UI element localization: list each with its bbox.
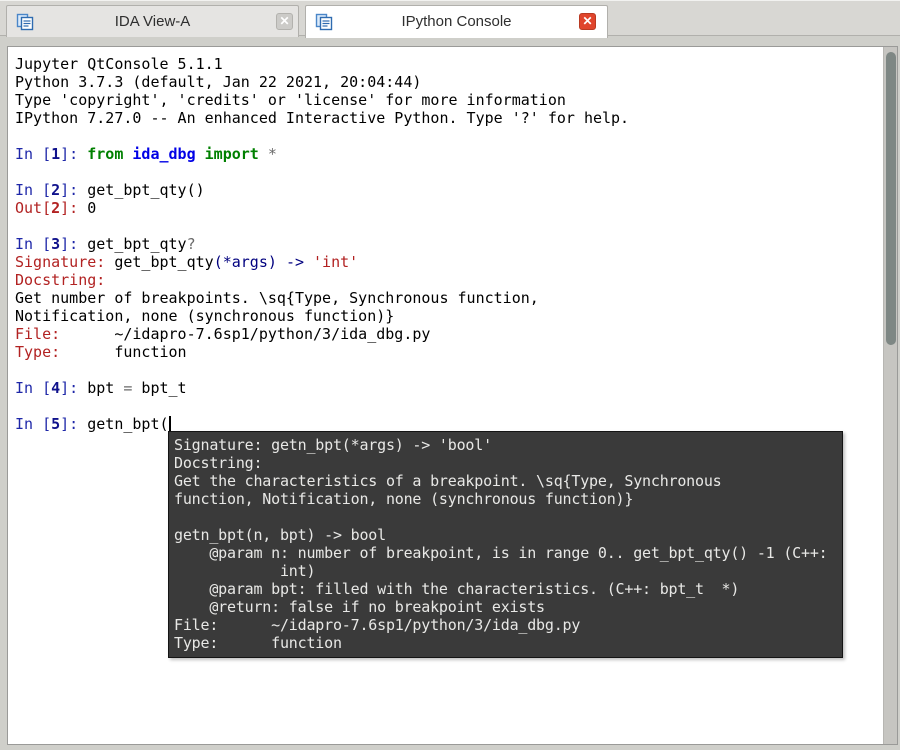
calltip-line: Type: function — [174, 634, 342, 652]
calltip-line: getn_bpt(n, bpt) -> bool — [174, 526, 386, 544]
console-line: Docstring: — [15, 271, 106, 289]
scrollbar[interactable] — [883, 47, 897, 744]
close-tab-icon[interactable]: ✕ — [276, 13, 293, 30]
app-window: IDA View-A ✕ IPython Console ✕ Jupyter Q… — [0, 0, 900, 750]
console-line: In [4]: bpt = bpt_t — [15, 379, 187, 397]
calltip-line: int) — [174, 562, 316, 580]
calltip-line: @param bpt: filled with the characterist… — [174, 580, 740, 598]
console-line: In [3]: get_bpt_qty? — [15, 235, 196, 253]
console-line: Type 'copyright', 'credits' or 'license'… — [15, 91, 566, 109]
console-line: Signature: get_bpt_qty(*args) -> 'int' — [15, 253, 359, 271]
calltip-line: function, Notification, none (synchronou… — [174, 490, 634, 508]
tab-ida-view-a[interactable]: IDA View-A ✕ — [6, 5, 299, 37]
calltip-line: @param n: number of breakpoint, is in ra… — [174, 544, 828, 562]
tab-label: IPython Console — [401, 13, 512, 30]
calltip-line: Signature: getn_bpt(*args) -> 'bool' — [174, 436, 492, 454]
calltip-line: @return: false if no breakpoint exists — [174, 598, 545, 616]
console-line: IPython 7.27.0 -- An enhanced Interactiv… — [15, 109, 630, 127]
calltip-popup: Signature: getn_bpt(*args) -> 'bool' Docs… — [168, 431, 843, 658]
console-line: Python 3.7.3 (default, Jan 22 2021, 20:0… — [15, 73, 422, 91]
calltip-line: Get the characteristics of a breakpoint.… — [174, 472, 722, 490]
tab-ipython-console[interactable]: IPython Console ✕ — [305, 5, 608, 38]
console-line: Out[2]: 0 — [15, 199, 97, 217]
tab-bar: IDA View-A ✕ IPython Console ✕ — [0, 0, 900, 38]
console-line: Jupyter QtConsole 5.1.1 — [15, 55, 223, 73]
console-line: In [1]: from ida_dbg import * — [15, 145, 277, 163]
console-line: Get number of breakpoints. \sq{Type, Syn… — [15, 289, 539, 307]
console-line: File: ~/idapro-7.6sp1/python/3/ida_dbg.p… — [15, 325, 431, 343]
text-cursor — [168, 416, 171, 432]
close-tab-icon[interactable]: ✕ — [579, 13, 596, 30]
calltip-line: File: ~/idapro-7.6sp1/python/3/ida_dbg.p… — [174, 616, 581, 634]
console-line: Type: function — [15, 343, 187, 361]
console-line: Notification, none (synchronous function… — [15, 307, 395, 325]
calltip-line — [174, 508, 842, 526]
calltip-line: Docstring: — [174, 454, 263, 472]
tab-label: IDA View-A — [114, 13, 191, 30]
console-line: In [2]: get_bpt_qty() — [15, 181, 205, 199]
scrollbar-thumb[interactable] — [886, 52, 896, 345]
